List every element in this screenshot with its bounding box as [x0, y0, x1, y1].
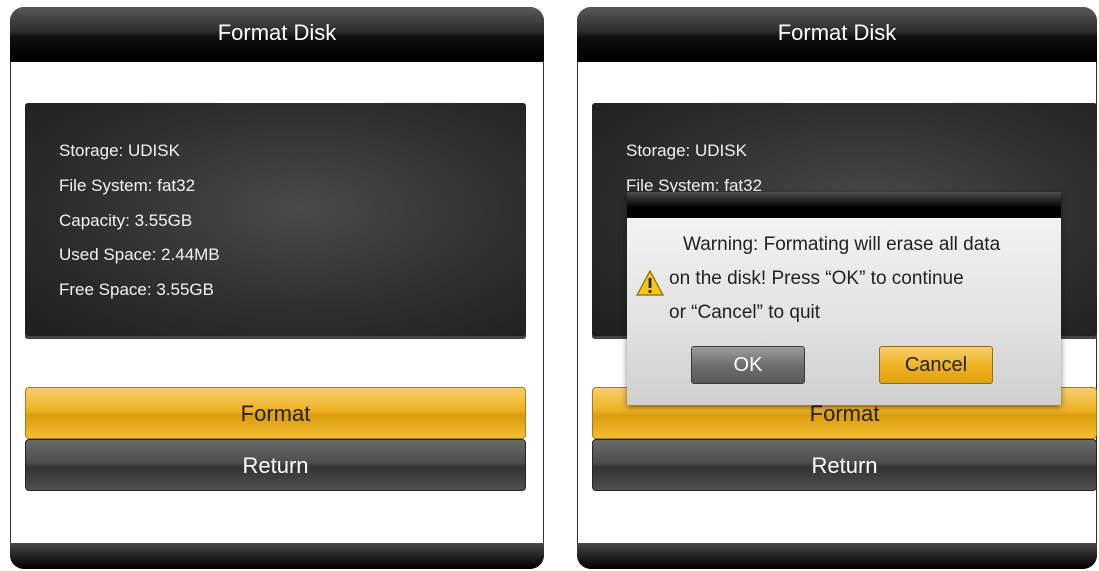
- format-disk-screen-right: Format Disk Storage: UDISK File System: …: [577, 7, 1097, 569]
- storage-info-panel: Storage: UDISK File System: fat32 Capaci…: [25, 103, 526, 339]
- dialog-titlebar: [627, 192, 1061, 218]
- free-space-label: Free Space: 3.55GB: [59, 280, 214, 299]
- used-space-label: Used Space: 2.44MB: [59, 245, 220, 264]
- storage-label: Storage: UDISK: [59, 141, 180, 160]
- warning-line: on the disk! Press “OK” to continue: [669, 268, 964, 289]
- warning-line: Warning: Formating will erase all data: [683, 234, 1001, 255]
- return-button[interactable]: Return: [25, 439, 526, 491]
- bottom-bar: [10, 543, 544, 569]
- warning-message: Warning: Formating will erase all data o…: [669, 228, 1053, 330]
- format-warning-dialog: Warning: Formating will erase all data o…: [627, 192, 1061, 405]
- warning-line: or “Cancel” to quit: [669, 302, 821, 323]
- storage-label: Storage: UDISK: [626, 141, 747, 160]
- warning-icon: [635, 269, 665, 296]
- format-button[interactable]: Format: [25, 387, 526, 439]
- ok-button[interactable]: OK: [691, 346, 805, 384]
- page-title: Format Disk: [10, 7, 544, 62]
- frame-edge: [577, 62, 578, 543]
- page-title: Format Disk: [577, 7, 1097, 62]
- file-system-label: File System: fat32: [59, 176, 196, 195]
- frame-edge: [10, 62, 11, 543]
- cancel-button[interactable]: Cancel: [879, 346, 993, 384]
- frame-edge: [543, 62, 544, 543]
- return-button[interactable]: Return: [592, 439, 1097, 491]
- bottom-bar: [577, 543, 1097, 569]
- capacity-label: Capacity: 3.55GB: [59, 211, 193, 230]
- format-disk-screen-left: Format Disk Storage: UDISK File System: …: [10, 7, 544, 569]
